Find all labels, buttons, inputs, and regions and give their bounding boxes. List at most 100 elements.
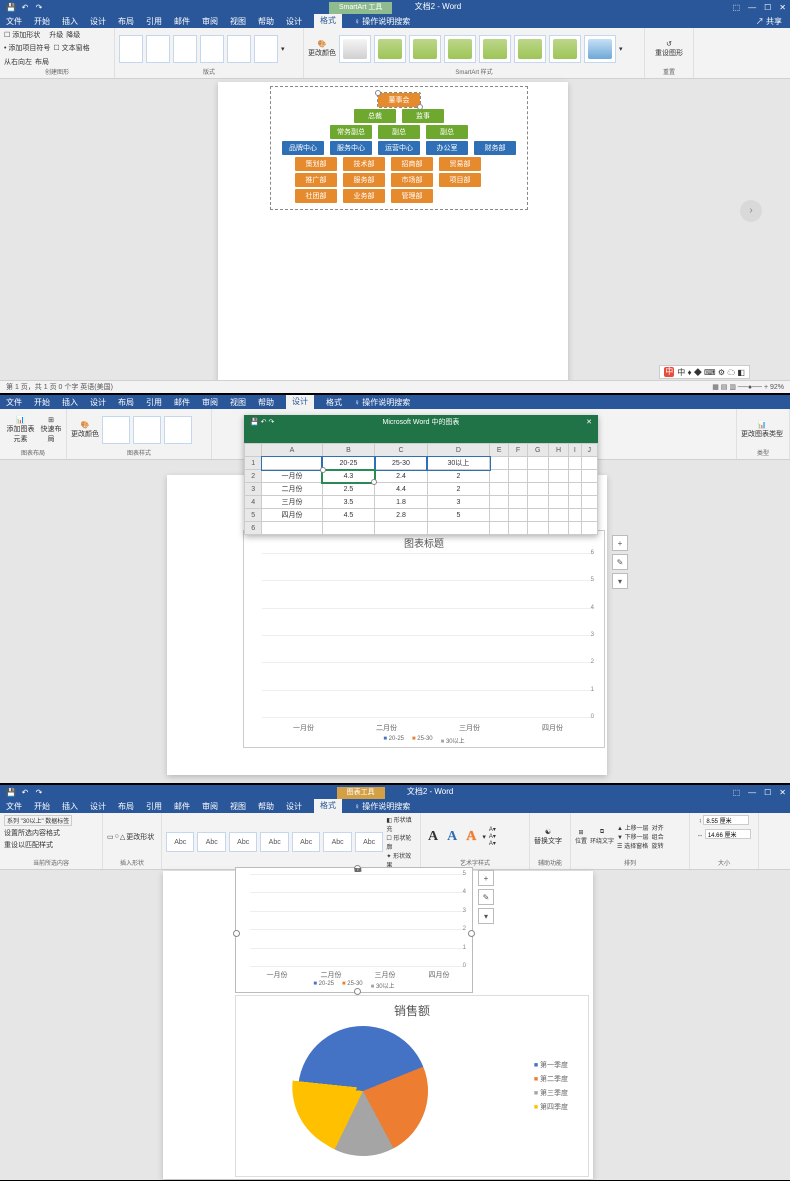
tab-smartart-design[interactable]: 设计 xyxy=(286,16,302,27)
org-node[interactable]: 招商部 xyxy=(391,157,433,171)
next-page-button[interactable]: › xyxy=(740,200,762,222)
layout-more-icon[interactable]: ▾ xyxy=(281,45,285,53)
ribbon-display-icon[interactable]: ⬚ xyxy=(733,788,741,797)
rotate-button[interactable]: 旋转 xyxy=(652,841,664,850)
smartart-style[interactable] xyxy=(444,35,476,63)
tab-chart-format[interactable]: 格式 xyxy=(326,397,342,408)
tab-file[interactable]: 文件 xyxy=(6,397,22,408)
chart-legend[interactable]: 第一季度 第二季度 第三季度 第四季度 xyxy=(534,1056,568,1116)
org-node[interactable]: 品牌中心 xyxy=(282,141,324,155)
tell-me[interactable]: ♀ 操作说明搜索 xyxy=(354,16,410,27)
org-node[interactable]: 副总 xyxy=(426,125,468,139)
shape-style[interactable]: Abc xyxy=(323,832,351,852)
tab-file[interactable]: 文件 xyxy=(6,16,22,27)
tab-chart-format[interactable]: 格式 xyxy=(314,799,342,813)
chart-elements-button[interactable]: + xyxy=(612,535,628,551)
tell-me[interactable]: ♀ 操作说明搜索 xyxy=(354,801,410,812)
tab-review[interactable]: 审阅 xyxy=(202,801,218,812)
org-node[interactable]: 管理部 xyxy=(391,189,433,203)
smartart-style[interactable] xyxy=(374,35,406,63)
shape-style[interactable]: Abc xyxy=(229,832,257,852)
tab-help[interactable]: 帮助 xyxy=(258,801,274,812)
bring-forward-button[interactable]: ▲ 上移一层 xyxy=(617,823,649,832)
layout-option[interactable] xyxy=(119,35,143,63)
shape-style[interactable]: Abc xyxy=(166,832,194,852)
tab-layout[interactable]: 布局 xyxy=(118,801,134,812)
format-selection-button[interactable]: 设置所选内容格式 xyxy=(4,828,60,838)
send-backward-button[interactable]: ▼ 下移一层 xyxy=(617,832,649,841)
smartart-style[interactable] xyxy=(549,35,581,63)
tab-view[interactable]: 视图 xyxy=(230,801,246,812)
chart-styles-button[interactable]: ✎ xyxy=(612,554,628,570)
smartart-style[interactable] xyxy=(479,35,511,63)
org-node-root[interactable]: 董事会 xyxy=(378,93,420,107)
org-node[interactable]: 贸易部 xyxy=(439,157,481,171)
tab-mailings[interactable]: 邮件 xyxy=(174,801,190,812)
tab-home[interactable]: 开始 xyxy=(34,801,50,812)
selection-pane-button[interactable]: ☰ 选择窗格 xyxy=(617,841,649,850)
tab-chart-design[interactable]: 设计 xyxy=(286,395,314,409)
legend-item[interactable]: 20-25 xyxy=(313,981,334,990)
shape-style[interactable]: Abc xyxy=(197,832,225,852)
tab-layout[interactable]: 布局 xyxy=(118,16,134,27)
org-node[interactable]: 总裁 xyxy=(354,109,396,123)
text-pane-button[interactable]: ☐ 文本窗格 xyxy=(53,43,89,53)
ribbon-display-icon[interactable]: ⬚ xyxy=(733,3,741,12)
shape-gallery-icon[interactable]: ○ xyxy=(115,833,119,840)
tab-help[interactable]: 帮助 xyxy=(258,397,274,408)
tab-insert[interactable]: 插入 xyxy=(62,801,78,812)
add-bullet-button[interactable]: • 添加项目符号 xyxy=(4,43,50,53)
org-node[interactable]: 业务部 xyxy=(343,189,385,203)
org-node[interactable]: 社团部 xyxy=(295,189,337,203)
legend-item[interactable]: 30以上 xyxy=(371,981,395,990)
text-fill-button[interactable]: A▾ xyxy=(489,826,496,833)
tab-design[interactable]: 设计 xyxy=(90,801,106,812)
view-icon[interactable]: ▦ ▤ ▥ xyxy=(712,384,736,391)
org-node[interactable]: 服务中心 xyxy=(330,141,372,155)
minimize-icon[interactable]: — xyxy=(748,788,756,797)
org-node[interactable]: 办公室 xyxy=(426,141,468,155)
height-input[interactable] xyxy=(703,815,749,825)
position-button[interactable]: ⊞位置 xyxy=(575,829,587,845)
shape-style[interactable]: Abc xyxy=(260,832,288,852)
data-grid[interactable]: ABCDEFGHIJ120-2525-3030以上2一月份4.32.423二月份… xyxy=(244,443,598,535)
add-chart-element-button[interactable]: 📊添加图表元素 xyxy=(4,416,37,444)
pie-plot[interactable] xyxy=(292,1020,435,1163)
reset-match-style-button[interactable]: 重设以匹配样式 xyxy=(4,840,53,850)
zoom-level[interactable]: 92% xyxy=(770,384,784,391)
add-shape-button[interactable]: ☐ 添加形状 xyxy=(4,30,40,40)
close-icon[interactable]: ✕ xyxy=(779,788,786,797)
org-node[interactable]: 财务部 xyxy=(474,141,516,155)
tab-references[interactable]: 引用 xyxy=(146,16,162,27)
excel-data-window[interactable]: 💾 ↶ ↷ Microsoft Word 中的图表 ✕ ABCDEFGHIJ12… xyxy=(244,415,598,535)
chart-plot-area[interactable]: 0123454.32.422.54.423.51.834.52.85 xyxy=(250,874,466,966)
chart-filters-button[interactable]: ▾ xyxy=(612,573,628,589)
group-button[interactable]: 组合 xyxy=(652,832,664,841)
tab-insert[interactable]: 插入 xyxy=(62,16,78,27)
wordart-more-icon[interactable]: ▾ xyxy=(482,833,486,841)
tab-review[interactable]: 审阅 xyxy=(202,397,218,408)
legend-item[interactable]: 20-25 xyxy=(383,736,404,745)
chart-filters-button[interactable]: ▾ xyxy=(478,908,494,924)
tab-chart-design[interactable]: 设计 xyxy=(286,801,302,812)
legend-item[interactable]: 25-30 xyxy=(342,981,363,990)
legend-item[interactable]: 第四季度 xyxy=(534,1102,568,1112)
smartart-style[interactable] xyxy=(409,35,441,63)
smartart-style[interactable] xyxy=(514,35,546,63)
text-outline-button[interactable]: A▾ xyxy=(489,833,496,840)
layout-button[interactable]: 布局 xyxy=(35,57,49,67)
tab-view[interactable]: 视图 xyxy=(230,16,246,27)
chart-object[interactable]: 图表标题 0123456 一月份二月份三月份四月份 20-2525-3030以上… xyxy=(243,530,605,748)
close-icon[interactable]: ✕ xyxy=(586,418,592,426)
tab-home[interactable]: 开始 xyxy=(34,16,50,27)
org-node[interactable]: 常务副总 xyxy=(330,125,372,139)
chart-element-selector[interactable]: 系列 "30以上" 数据标签 xyxy=(4,815,72,826)
tell-me[interactable]: ♀ 操作说明搜索 xyxy=(354,397,410,408)
shape-outline-button[interactable]: ☐ 形状轮廓 xyxy=(386,833,416,851)
alt-text-button[interactable]: ☯替换文字 xyxy=(534,828,562,846)
rtl-button[interactable]: 从右向左 xyxy=(4,57,32,67)
tab-review[interactable]: 审阅 xyxy=(202,16,218,27)
org-node[interactable]: 运营中心 xyxy=(378,141,420,155)
smartart-org-chart[interactable]: 董事会 总裁 监事 常务副总 副总 副总 品牌中心 服务中心 运营中心 办公室 … xyxy=(270,86,528,210)
ime-bar[interactable]: 中中 ♦ ◆ ⌨ ⚙ ☁ ◧ xyxy=(659,365,750,379)
